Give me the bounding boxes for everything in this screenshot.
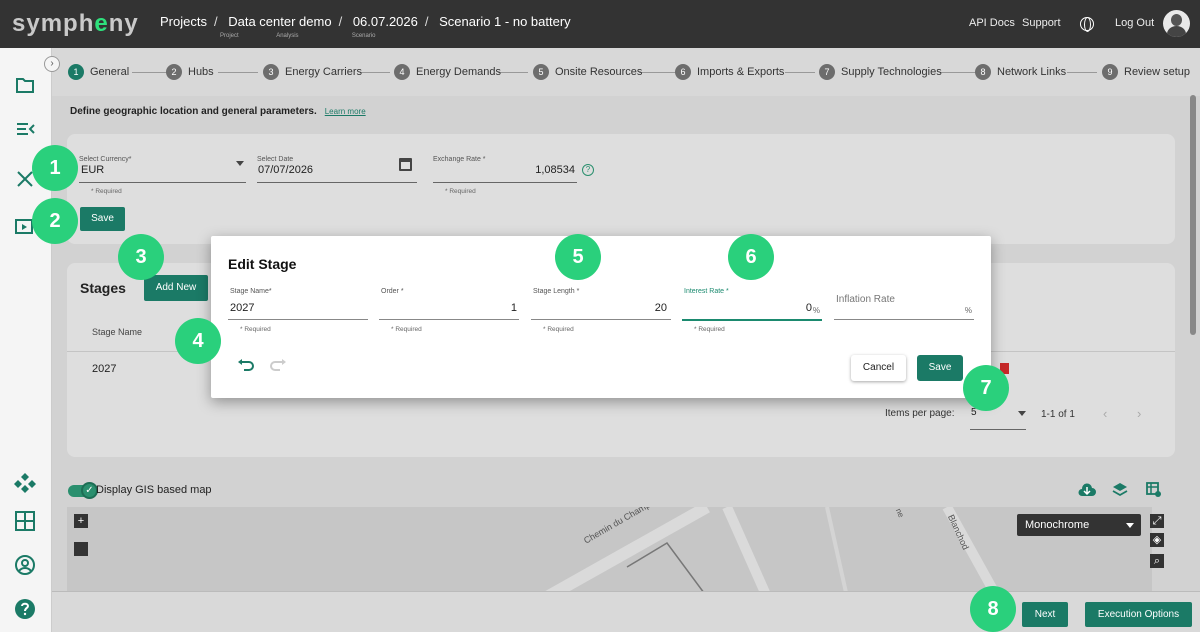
callout-badge: 3 (118, 234, 164, 280)
callout-badge: 6 (728, 234, 774, 280)
breadcrumb-projects[interactable]: Projects Project (160, 14, 239, 39)
list-collapse-icon[interactable] (14, 118, 36, 140)
globe-icon[interactable] (1080, 17, 1094, 32)
gis-toggle[interactable]: ✓ (68, 482, 98, 499)
add-new-button[interactable]: Add New (144, 275, 208, 301)
avatar[interactable] (1163, 10, 1190, 37)
stage-name-field[interactable]: Stage Name* 2027 * Required (228, 288, 368, 336)
page-description: Define geographic location and general p… (70, 106, 366, 117)
callout-badge: 1 (32, 145, 78, 191)
step-onsite-resources[interactable]: 5 Onsite Resources (533, 64, 642, 80)
next-button[interactable]: Next (1022, 602, 1068, 627)
sidebar (0, 48, 52, 632)
step-network-links[interactable]: 8 Network Links (975, 64, 1066, 80)
stages-title: Stages (80, 280, 126, 296)
stage-length-field[interactable]: Stage Length * 20 * Required (531, 288, 671, 336)
step-energy-carriers[interactable]: 3 Energy Carriers (263, 64, 362, 80)
callout-badge: 7 (963, 365, 1009, 411)
cancel-button[interactable]: Cancel (851, 355, 906, 381)
inflation-rate-field[interactable]: Inflation Rate % (834, 288, 974, 336)
zoom-in-button[interactable]: + (74, 514, 88, 528)
general-save-button[interactable]: Save (80, 207, 125, 231)
zoom-search-icon[interactable]: ⌕ (1150, 554, 1164, 568)
execution-options-button[interactable]: Execution Options (1085, 602, 1192, 627)
layers-icon[interactable] (1112, 482, 1128, 498)
cloud-download-icon[interactable] (1078, 483, 1096, 497)
breadcrumb-analysis[interactable]: Data center demo Analysis (228, 14, 331, 39)
top-bar: sympheny Projects Project / Data center de… (0, 0, 1200, 48)
calendar-icon[interactable] (399, 158, 412, 171)
order-field[interactable]: Order * 1 * Required (379, 288, 519, 336)
save-button[interactable]: Save (917, 355, 963, 381)
edit-stage-dialog: Edit Stage Stage Name* 2027 * Required O… (211, 236, 991, 398)
column-stage-name: Stage Name (92, 327, 143, 337)
logo[interactable]: sympheny (12, 10, 139, 38)
breadcrumb: Projects Project / Data center demo Analysi… (160, 14, 571, 39)
step-hubs[interactable]: 2 Hubs (166, 64, 214, 80)
api-docs-link[interactable]: API Docs (969, 17, 1015, 29)
table-settings-icon[interactable] (1146, 482, 1162, 498)
table-row[interactable]: 2027 (92, 363, 116, 375)
folder-icon[interactable] (14, 74, 36, 96)
dialog-title: Edit Stage (228, 256, 297, 272)
undo-icon[interactable] (237, 358, 255, 372)
scrollbar[interactable] (1190, 95, 1196, 335)
help-circle-icon[interactable]: ? (582, 164, 594, 176)
dashboard-icon[interactable] (14, 510, 36, 532)
callout-badge: 4 (175, 318, 221, 364)
account-icon[interactable] (14, 554, 36, 576)
redo-icon[interactable] (269, 358, 287, 372)
logout-link[interactable]: Log Out (1115, 17, 1154, 29)
chevron-down-icon (236, 161, 244, 166)
callout-badge: 8 (970, 586, 1016, 632)
layers-toggle-icon[interactable]: ◈ (1150, 533, 1164, 547)
map-toolbar: ✓ Display GIS based map (52, 473, 1200, 507)
help-icon[interactable] (14, 598, 36, 620)
date-picker[interactable]: Select Date 07/07/2026 (257, 150, 417, 186)
breadcrumb-scenario-date[interactable]: 06.07.2026 Scenario (352, 14, 418, 39)
learn-more-link[interactable]: Learn more (325, 107, 366, 116)
chevron-down-icon (1018, 411, 1026, 416)
step-imports-exports[interactable]: 6 Imports & Exports (675, 64, 784, 80)
gis-toggle-label: Display GIS based map (96, 484, 212, 496)
support-link[interactable]: Support (1022, 17, 1061, 29)
sidebar-expand-button[interactable]: › (44, 56, 60, 72)
stepper: 1 General 2 Hubs 3 Energy Carriers 4 Energy … (52, 48, 1200, 96)
network-icon[interactable] (14, 471, 36, 493)
draw-square-button[interactable] (74, 542, 88, 556)
pagination-range: 1-1 of 1 (1041, 409, 1075, 420)
next-page-icon[interactable]: › (1137, 406, 1141, 421)
fullscreen-icon[interactable]: ⤢ (1150, 514, 1164, 528)
callout-badge: 2 (32, 198, 78, 244)
exchange-rate-field[interactable]: Exchange Rate * 1,08534 * Required (433, 150, 577, 200)
step-supply-technologies[interactable]: 7 Supply Technologies (819, 64, 942, 80)
footer-bar: Next Execution Options (52, 591, 1200, 632)
step-review-setup[interactable]: 9 Review setup (1102, 64, 1190, 80)
breadcrumb-scenario[interactable]: Scenario 1 - no battery (439, 14, 571, 29)
items-per-page-label: Items per page: (885, 408, 955, 419)
gis-map[interactable]: Chemin du Champ-des- Blanchod ne + ⤢ (67, 507, 1152, 597)
step-general[interactable]: 1 General (68, 64, 129, 80)
map-style-select[interactable]: Monochrome (1017, 514, 1141, 536)
prev-page-icon[interactable]: ‹ (1103, 406, 1107, 421)
step-energy-demands[interactable]: 4 Energy Demands (394, 64, 501, 80)
currency-select[interactable]: Select Currency* EUR * Required (79, 150, 246, 200)
callout-badge: 5 (555, 234, 601, 280)
interest-rate-field[interactable]: Interest Rate * 0 % * Required (682, 288, 822, 336)
general-card: Select Currency* EUR * Required Select D… (67, 134, 1175, 244)
